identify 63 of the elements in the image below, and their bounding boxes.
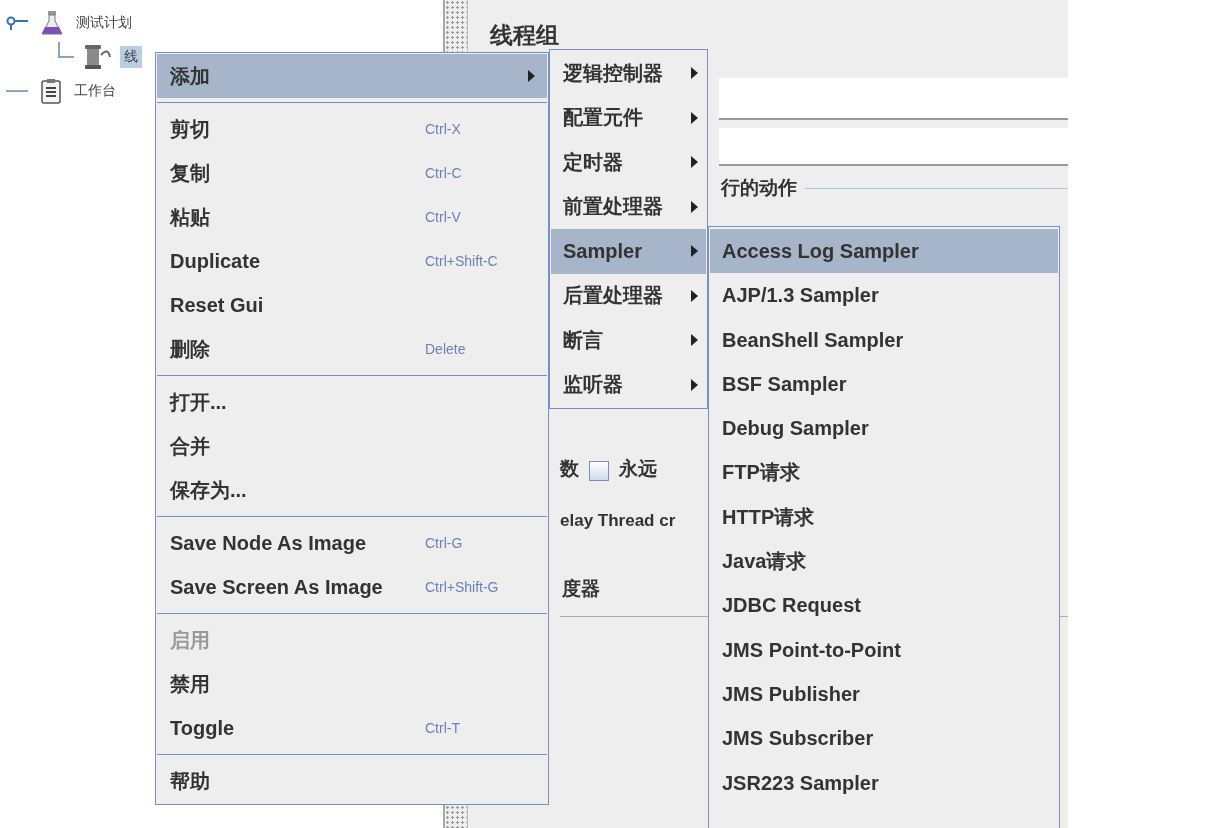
menu-item[interactable]: 打开... [157,380,547,424]
tree-line [58,42,74,58]
menu-item[interactable]: 配置元件 [551,95,706,140]
menu-item[interactable]: AJP/1.3 Sampler [710,273,1058,318]
delay-label: elay Thread cr [560,510,676,532]
menu-item[interactable]: Save Screen As Image Ctrl+Shift-G [157,565,547,609]
menu-item[interactable]: 前置处理器 [551,184,706,229]
menu-item[interactable]: JMS Publisher [710,671,1058,717]
submenu-arrow-icon [691,200,698,213]
menu-item[interactable]: 保存为... [157,468,547,512]
menu-item[interactable]: BSF Sampler [710,361,1058,407]
menu-item[interactable]: 粘贴 Ctrl-V [157,195,547,239]
tree-node-label[interactable]: 线 [120,46,142,68]
menu-item[interactable]: 帮助 [157,759,547,803]
group-label: 行的动作 [721,176,797,200]
tree-node-label[interactable]: 测试计划 [72,12,136,34]
menu-item[interactable]: Java请求 [710,539,1058,584]
text-field[interactable] [719,78,1068,120]
menu-item[interactable]: 复制 Ctrl-C [157,151,547,195]
tree-handle-icon[interactable] [6,16,28,30]
menu-item[interactable]: JMS Subscriber [710,716,1058,761]
menu-item[interactable]: 删除 Delete [157,327,547,371]
menu-item[interactable]: Debug Sampler [710,406,1058,451]
tree-node-label[interactable]: 工作台 [70,80,120,102]
loop-label: 数 [560,457,579,481]
submenu-arrow-icon [691,289,698,302]
flask-icon [40,10,64,36]
menu-item[interactable]: 禁用 [157,662,547,706]
panel-title: 线程组 [490,21,559,50]
submenu-arrow-icon [528,70,535,82]
clipboard-icon [40,78,62,104]
menu-item[interactable]: 剪切 Ctrl-X [157,107,547,151]
spool-icon [82,43,112,71]
menu-item[interactable]: Duplicate Ctrl+Shift-C [157,239,547,283]
text-field[interactable] [719,128,1068,166]
menu-item[interactable]: Reset Gui [157,283,547,327]
submenu-arrow-icon [691,334,698,347]
submenu-arrow-icon [691,156,698,169]
menu-item[interactable]: JSR223 Sampler [710,760,1058,805]
menu-item[interactable]: Save Node As Image Ctrl-G [157,521,547,565]
menu-item[interactable]: 后置处理器 [551,273,706,318]
submenu-arrow-icon [691,378,698,391]
tree-line [6,90,28,92]
menu-item[interactable]: Sampler [551,229,706,274]
menu-item[interactable]: JMS Point-to-Point [710,627,1058,672]
menu-item[interactable]: HTTP请求 [710,494,1058,540]
submenu-arrow-icon [691,111,698,124]
scheduler-label: 度器 [562,577,600,601]
menu-item[interactable]: 逻辑控制器 [551,51,706,96]
forever-label: 永远 [619,457,657,481]
menu-item[interactable]: 定时器 [551,140,706,185]
menu-item[interactable]: 合并 [157,424,547,468]
menu-item[interactable]: JDBC Request [710,583,1058,628]
submenu-arrow-icon [691,245,698,258]
menu-item[interactable]: Toggle Ctrl-T [157,706,547,750]
menu-item[interactable]: 监听器 [551,362,706,407]
submenu-arrow-icon [691,67,698,80]
menu-item[interactable]: Access Log Sampler [710,229,1058,274]
checkbox[interactable] [589,461,609,481]
menu-item[interactable]: FTP请求 [710,450,1058,495]
menu-item[interactable]: 添加 [157,54,547,98]
menu-item[interactable]: BeanShell Sampler [710,317,1058,362]
menu-item[interactable]: 断言 [551,318,706,363]
